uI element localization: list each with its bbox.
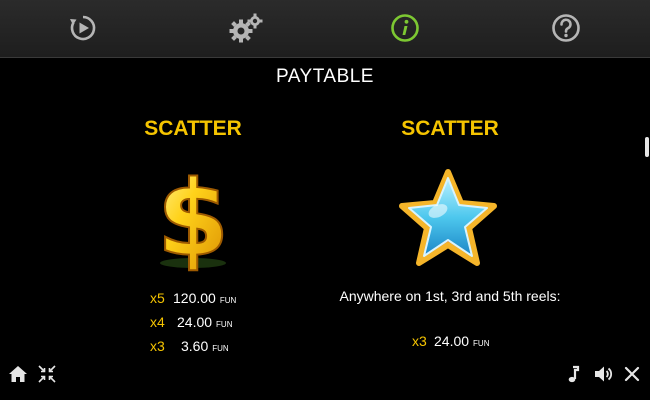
payout-amount: 3.60 xyxy=(181,338,209,354)
payout-amount: 24.00 xyxy=(434,333,470,349)
help-icon[interactable] xyxy=(550,12,582,44)
settings-icon[interactable] xyxy=(227,12,267,44)
payout-multiplier: x5 xyxy=(150,290,165,306)
payout-multiplier: x3 xyxy=(150,338,165,354)
payout-amount-group: 120.00 FUN xyxy=(173,290,236,306)
close-icon[interactable] xyxy=(622,364,642,384)
home-icon[interactable] xyxy=(8,364,28,384)
top-toolbar xyxy=(0,0,650,58)
payout-row: x3 24.00 FUN xyxy=(412,333,490,349)
payout-amount: 24.00 xyxy=(177,314,213,330)
right-symbol-title: SCATTER xyxy=(401,117,499,140)
payout-row: x4 24.00 FUN xyxy=(150,314,233,330)
music-icon[interactable] xyxy=(564,364,584,384)
payout-unit: FUN xyxy=(473,339,490,348)
payout-unit: FUN xyxy=(216,320,233,329)
payout-amount-group: 3.60 FUN xyxy=(181,338,229,354)
blue-star-icon xyxy=(398,166,498,270)
payout-amount: 120.00 xyxy=(173,290,216,306)
scatter-description: Anywhere on 1st, 3rd and 5th reels: xyxy=(339,288,561,304)
payout-row: x5 120.00 FUN xyxy=(150,290,236,306)
scrollbar-thumb[interactable] xyxy=(645,137,649,157)
page-title: PAYTABLE xyxy=(276,66,374,87)
minimize-icon[interactable] xyxy=(37,364,57,384)
autoplay-icon[interactable] xyxy=(67,12,99,44)
payout-multiplier: x3 xyxy=(412,333,427,349)
payout-row: x3 3.60 FUN xyxy=(150,338,229,354)
payout-amount-group: 24.00 FUN xyxy=(177,314,233,330)
payout-unit: FUN xyxy=(212,344,229,353)
sound-icon[interactable] xyxy=(593,364,613,384)
info-icon[interactable] xyxy=(389,12,421,44)
left-symbol-title: SCATTER xyxy=(144,117,242,140)
payout-amount-group: 24.00 FUN xyxy=(434,333,490,349)
svg-text:$: $ xyxy=(157,163,229,273)
payout-multiplier: x4 xyxy=(150,314,165,330)
dollar-sign-icon: $ xyxy=(152,157,234,281)
payout-unit: FUN xyxy=(219,296,237,305)
